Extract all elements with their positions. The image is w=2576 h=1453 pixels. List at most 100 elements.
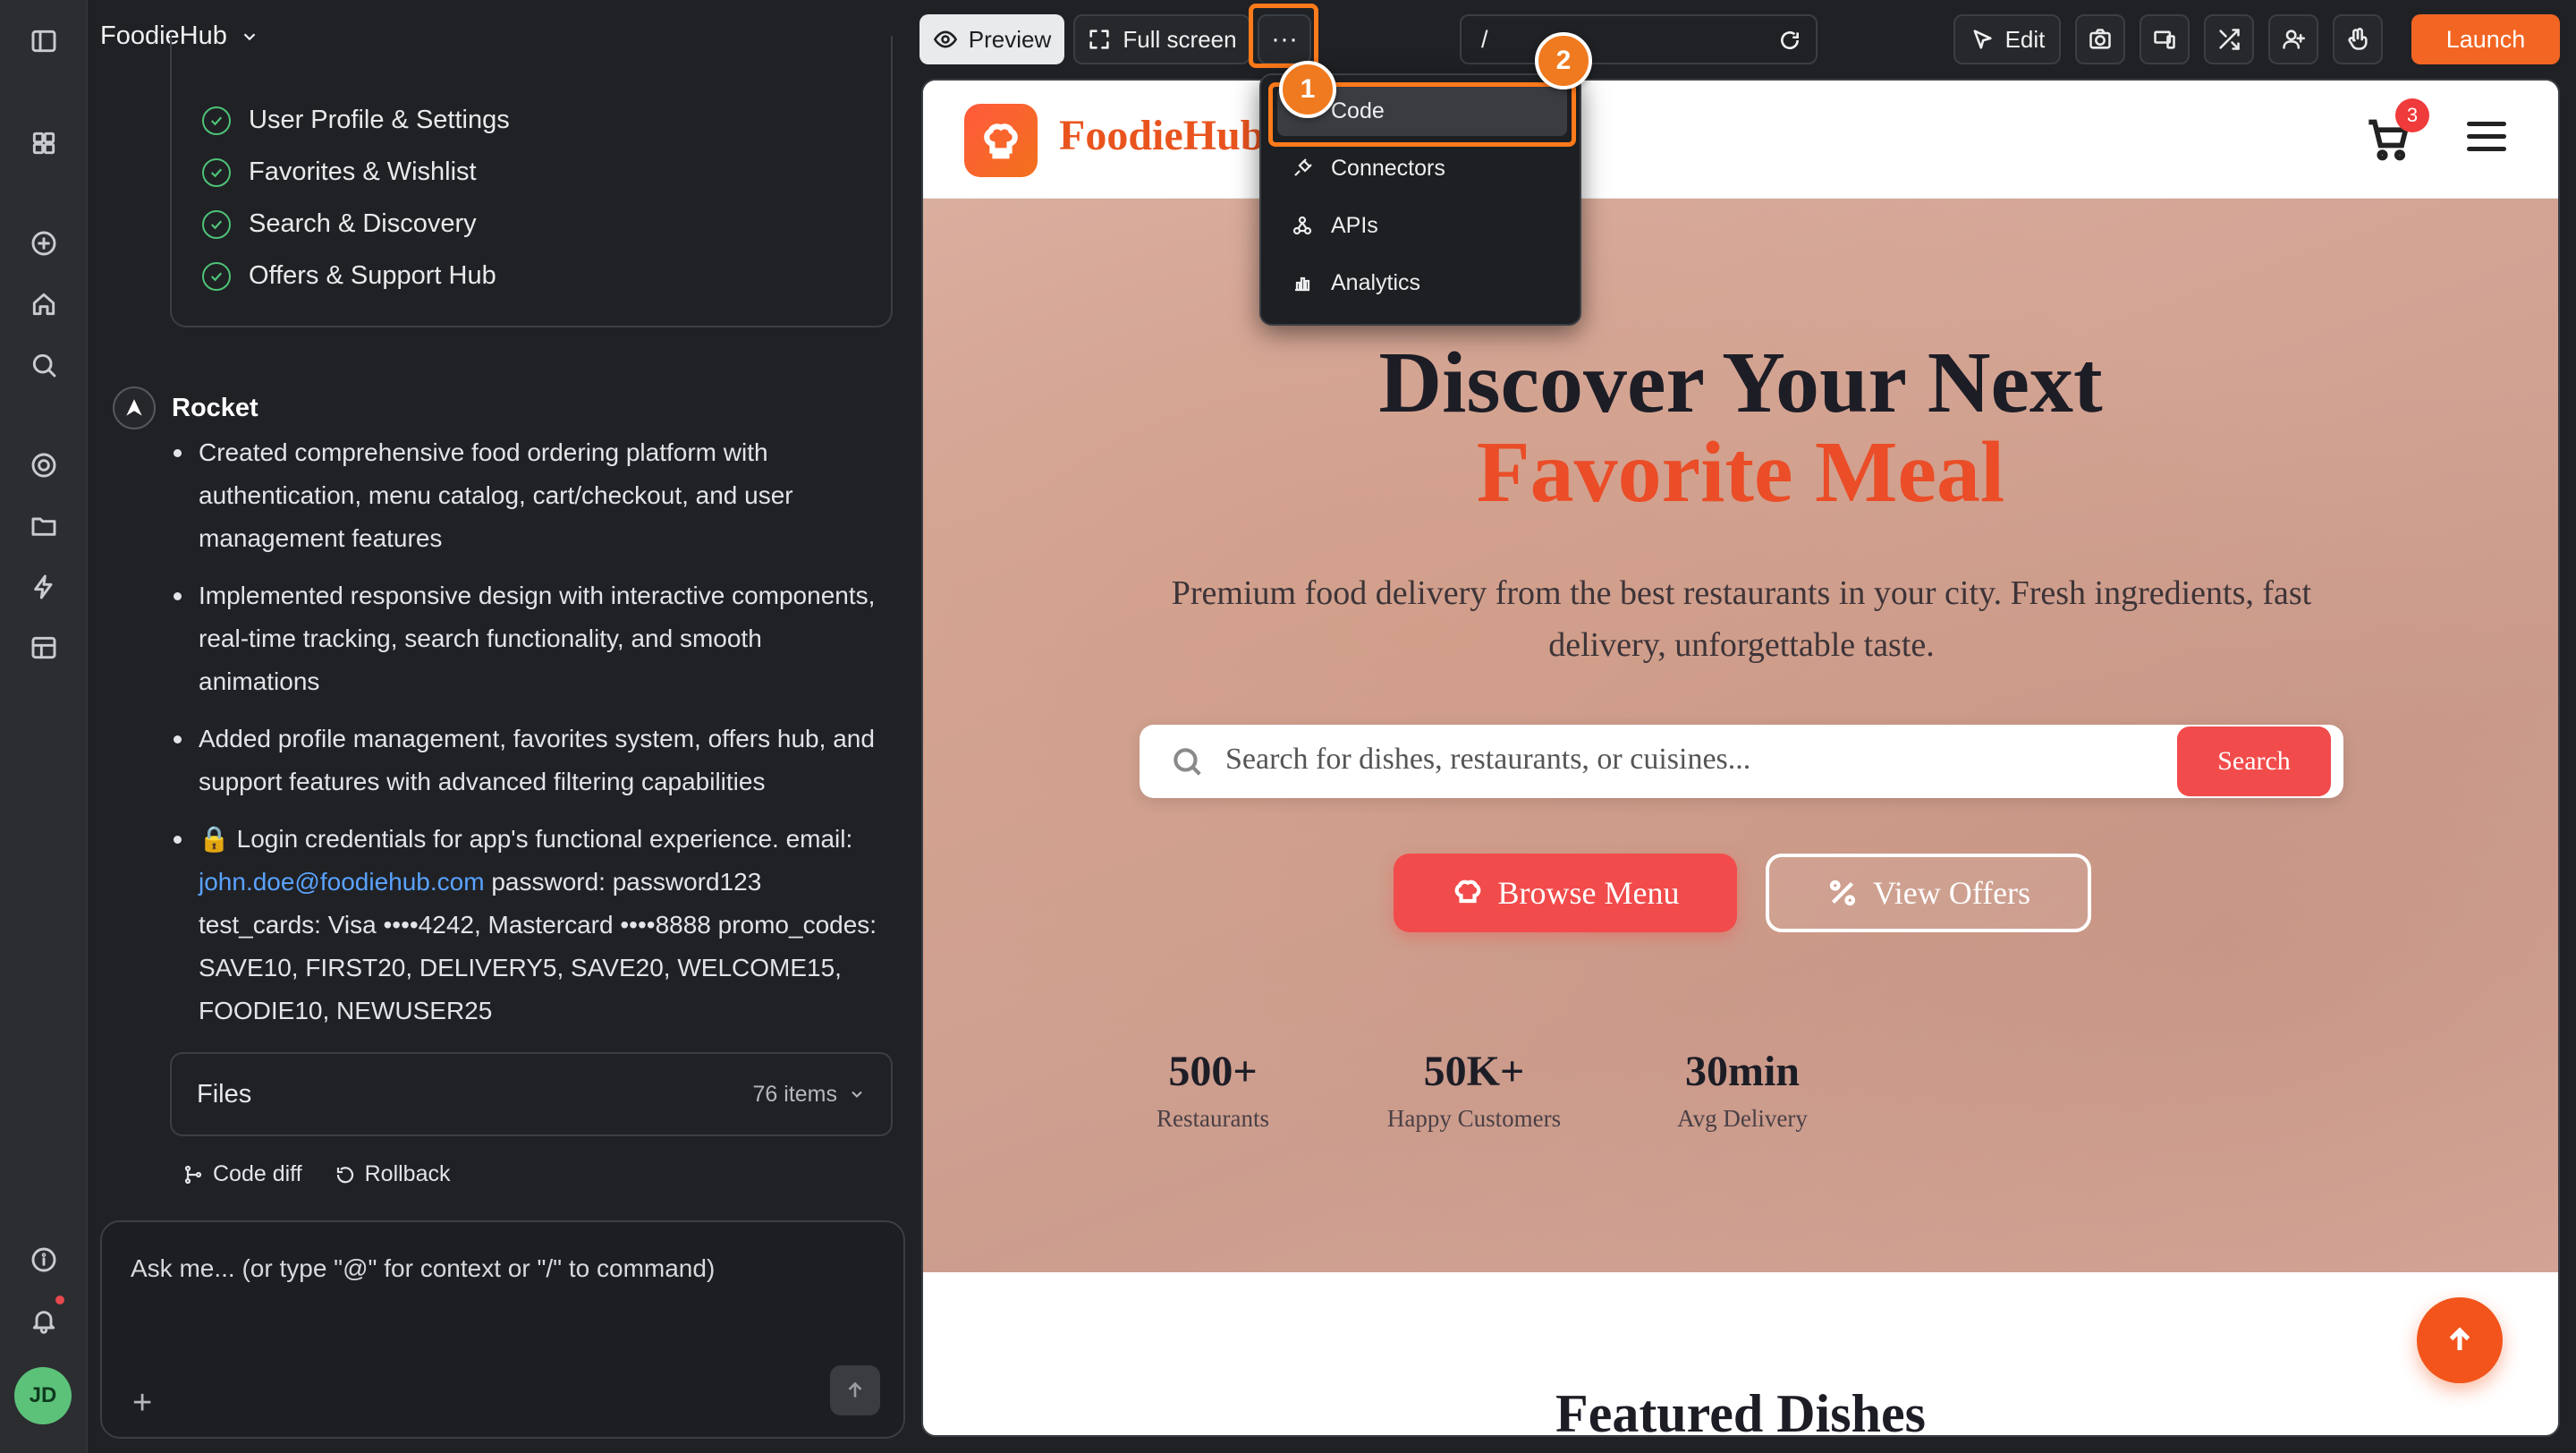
feedback-button[interactable] (2333, 14, 2383, 64)
assistant-message: Created comprehensive food ordering plat… (174, 431, 889, 1047)
menu-item-apis[interactable]: APIs (1277, 200, 1567, 251)
assistant-header: Rocket (113, 387, 258, 429)
files-accordion[interactable]: Files 76 items (170, 1052, 893, 1136)
devices-button[interactable] (2140, 14, 2190, 64)
arrow-up-icon (848, 1381, 862, 1398)
chevron-down-icon (852, 1091, 862, 1098)
url-path: / (1481, 25, 1488, 53)
hero-search-input[interactable]: Search for dishes, restaurants, or cuisi… (1225, 743, 1750, 777)
eye-icon (933, 30, 957, 48)
folder-icon[interactable] (26, 508, 62, 544)
arrow-up-icon (2449, 1327, 2470, 1351)
attach-plus-icon[interactable]: + (132, 1385, 152, 1421)
expand-icon (1089, 30, 1110, 49)
shuffle-button[interactable] (2204, 14, 2254, 64)
code-diff-button[interactable]: Code diff (182, 1161, 302, 1187)
screenshot-button[interactable] (2075, 14, 2125, 64)
camera-icon (2089, 29, 2111, 49)
user-plus-icon (2283, 30, 2305, 49)
hand-icon (2348, 28, 2368, 50)
scroll-top-button[interactable] (2417, 1297, 2503, 1383)
bar-chart-icon (1295, 276, 1310, 292)
view-offers-button[interactable]: View Offers (1766, 854, 2091, 932)
check-circle-icon (202, 209, 231, 239)
invite-user-button[interactable] (2268, 14, 2318, 64)
message-bullet: Implemented responsive design with inter… (174, 574, 889, 703)
stat-restaurants: 500+ Restaurants (1157, 1048, 1269, 1132)
user-avatar[interactable]: JD (14, 1367, 72, 1424)
launch-button[interactable]: Launch (2411, 14, 2560, 64)
chef-hat-logo-icon[interactable] (964, 104, 1038, 177)
hero-title-line2: Favorite Meal (1476, 424, 2005, 521)
refresh-icon[interactable] (1778, 29, 1801, 52)
edit-button[interactable]: Edit (1953, 14, 2061, 64)
app-window: JD FoodieHub User Profile & Settings Fav… (0, 0, 2576, 1453)
chat-composer[interactable]: Ask me... (or type "@" for context or "/… (100, 1220, 905, 1439)
layout-icon[interactable] (26, 630, 62, 666)
files-label: Files (197, 1079, 252, 1109)
hero-section: Discover Your Next Favorite Meal Premium… (923, 199, 2558, 1272)
git-branch-icon (184, 1165, 202, 1184)
assistant-name: Rocket (172, 393, 258, 422)
preview-button[interactable]: Preview (919, 14, 1064, 64)
menu-item-connectors[interactable]: Connectors (1277, 143, 1567, 193)
plug-icon (1294, 158, 1312, 176)
hero-subtitle: Premium food delivery from the best rest… (1171, 574, 2312, 664)
step-badge-1: 1 (1279, 61, 1336, 118)
hero-title-line1: Discover Your Next (1378, 335, 2103, 431)
stat-customers: 50K+ Happy Customers (1386, 1048, 1562, 1132)
shuffle-icon (2219, 29, 2240, 50)
undo-icon (336, 1166, 353, 1183)
check-circle-icon (202, 106, 231, 135)
cart-count-badge: 3 (2395, 98, 2429, 132)
message-bullet: Added profile management, favorites syst… (174, 718, 889, 803)
lightning-icon[interactable] (26, 569, 62, 605)
fullscreen-button[interactable]: Full screen (1073, 14, 1250, 64)
percent-icon (1829, 879, 1856, 906)
app-preview: FoodieHub 3 Discover Your Next Favorite … (921, 79, 2560, 1437)
site-logo-text[interactable]: FoodieHub (1059, 111, 1264, 160)
webhook-icon (1292, 216, 1312, 235)
highlight-more-button (1249, 4, 1318, 68)
message-bullet-credentials: 🔒 Login credentials for app's functional… (174, 818, 889, 1032)
files-count: 76 items (753, 1082, 866, 1108)
featured-dishes-heading: Featured Dishes (1555, 1384, 1926, 1437)
new-plus-icon[interactable] (26, 225, 62, 261)
chat-panel: FoodieHub User Profile & Settings Favori… (88, 0, 911, 1453)
feature-item: Favorites & Wishlist (202, 157, 477, 187)
check-circle-icon (202, 157, 231, 187)
email-link[interactable]: john.doe@foodiehub.com (199, 868, 485, 896)
menu-item-analytics[interactable]: Analytics (1277, 258, 1567, 308)
feature-item: Search & Discovery (202, 209, 477, 239)
feature-item: User Profile & Settings (202, 106, 510, 135)
rollback-button[interactable]: Rollback (335, 1161, 450, 1187)
icon-rail: JD (0, 0, 88, 1453)
chef-hat-icon (1454, 879, 1480, 904)
bell-icon[interactable] (26, 1303, 62, 1338)
info-icon[interactable] (26, 1242, 62, 1278)
hero-search-button[interactable]: Search (2177, 726, 2331, 796)
check-circle-icon (202, 261, 231, 291)
apps-grid-icon[interactable] (26, 125, 62, 161)
search-icon[interactable] (26, 347, 62, 383)
send-button[interactable] (830, 1365, 880, 1415)
step-badge-2: 2 (1535, 32, 1592, 89)
site-navbar: FoodieHub 3 (923, 81, 2558, 199)
feature-item: Offers & Support Hub (202, 261, 496, 291)
pointer-icon (1973, 30, 1992, 49)
message-actions: Code diff Rollback (182, 1161, 450, 1187)
home-icon[interactable] (26, 286, 62, 322)
hero-search-bar: Search for dishes, restaurants, or cuisi… (1140, 725, 2343, 798)
hamburger-menu-icon[interactable] (2467, 122, 2506, 157)
stat-delivery: 30min Avg Delivery (1677, 1048, 1808, 1132)
browse-menu-button[interactable]: Browse Menu (1394, 854, 1737, 932)
devices-icon (2154, 30, 2175, 49)
notification-dot (55, 1296, 64, 1304)
composer-input[interactable]: Ask me... (or type "@" for context or "/… (131, 1254, 715, 1283)
rocket-icon (113, 387, 156, 429)
message-bullet: Created comprehensive food ordering plat… (174, 431, 889, 560)
url-bar[interactable]: / (1460, 14, 1818, 64)
sidebar-toggle-icon[interactable] (26, 23, 62, 59)
search-icon (1174, 748, 1201, 776)
target-icon[interactable] (26, 447, 62, 483)
